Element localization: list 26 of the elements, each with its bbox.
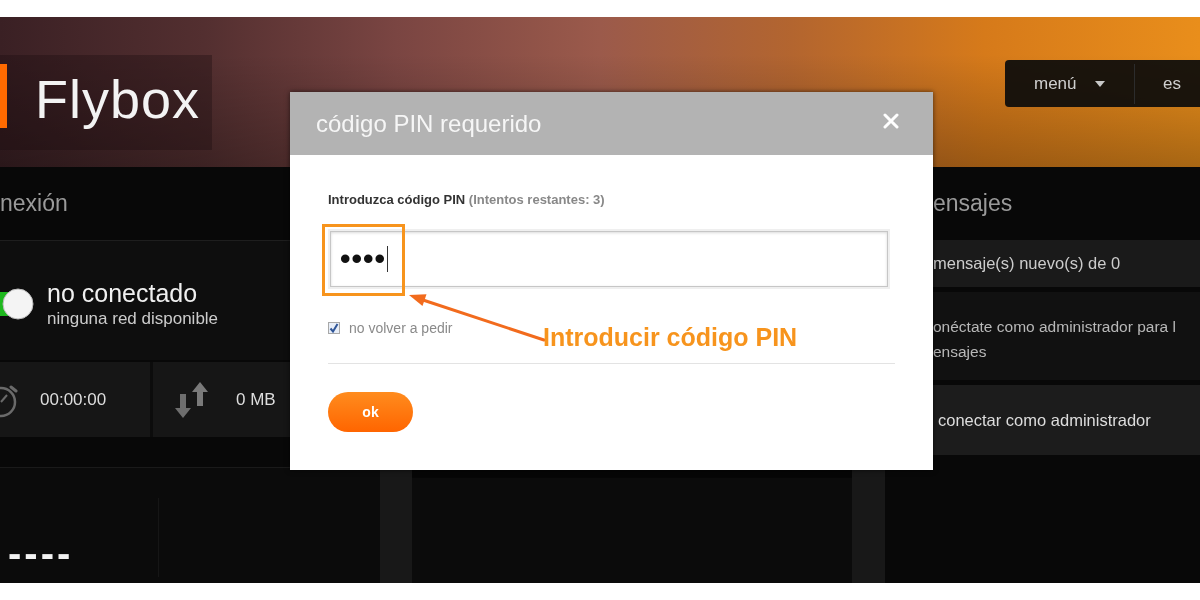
annotation-text: Introducir código PIN	[543, 324, 798, 350]
timer-value: 00:00:00	[40, 389, 107, 410]
checkbox[interactable]	[328, 322, 340, 334]
remember-label: no volver a pedir	[349, 320, 453, 336]
network-detail: ninguna red disponible	[47, 307, 219, 330]
section-title: ensajes	[933, 190, 1013, 217]
caret-icon	[1094, 80, 1105, 87]
toggle-switch[interactable]	[0, 286, 36, 321]
connection-status: no conectado	[47, 277, 199, 308]
attempts-hint: (Intentos restantes: 3)	[468, 192, 605, 207]
menu-button[interactable]: menú	[1005, 60, 1134, 107]
section-title: nexión	[0, 190, 68, 217]
language-button[interactable]: es	[1135, 60, 1195, 107]
close-icon	[883, 112, 899, 129]
signal-value: ----	[8, 533, 74, 573]
logo-text: Flybox	[35, 69, 201, 129]
admin-note: onéctate como administrador para l ensajes	[933, 317, 1176, 362]
text-cursor-icon	[387, 246, 388, 272]
pin-label: Introduzca código PIN	[328, 192, 466, 207]
message-count: mensaje(s) nuevo(s) de 0	[933, 254, 1121, 273]
admin-login-link[interactable]: conectar como administrador	[938, 410, 1151, 430]
transfer-arrows-icon	[175, 381, 209, 418]
data-usage-value: 0 MB	[236, 389, 276, 410]
logo-mark-icon	[0, 64, 7, 128]
pin-input-field[interactable]: ••••	[330, 231, 888, 287]
dialog-title: código PIN requerido	[316, 109, 542, 138]
